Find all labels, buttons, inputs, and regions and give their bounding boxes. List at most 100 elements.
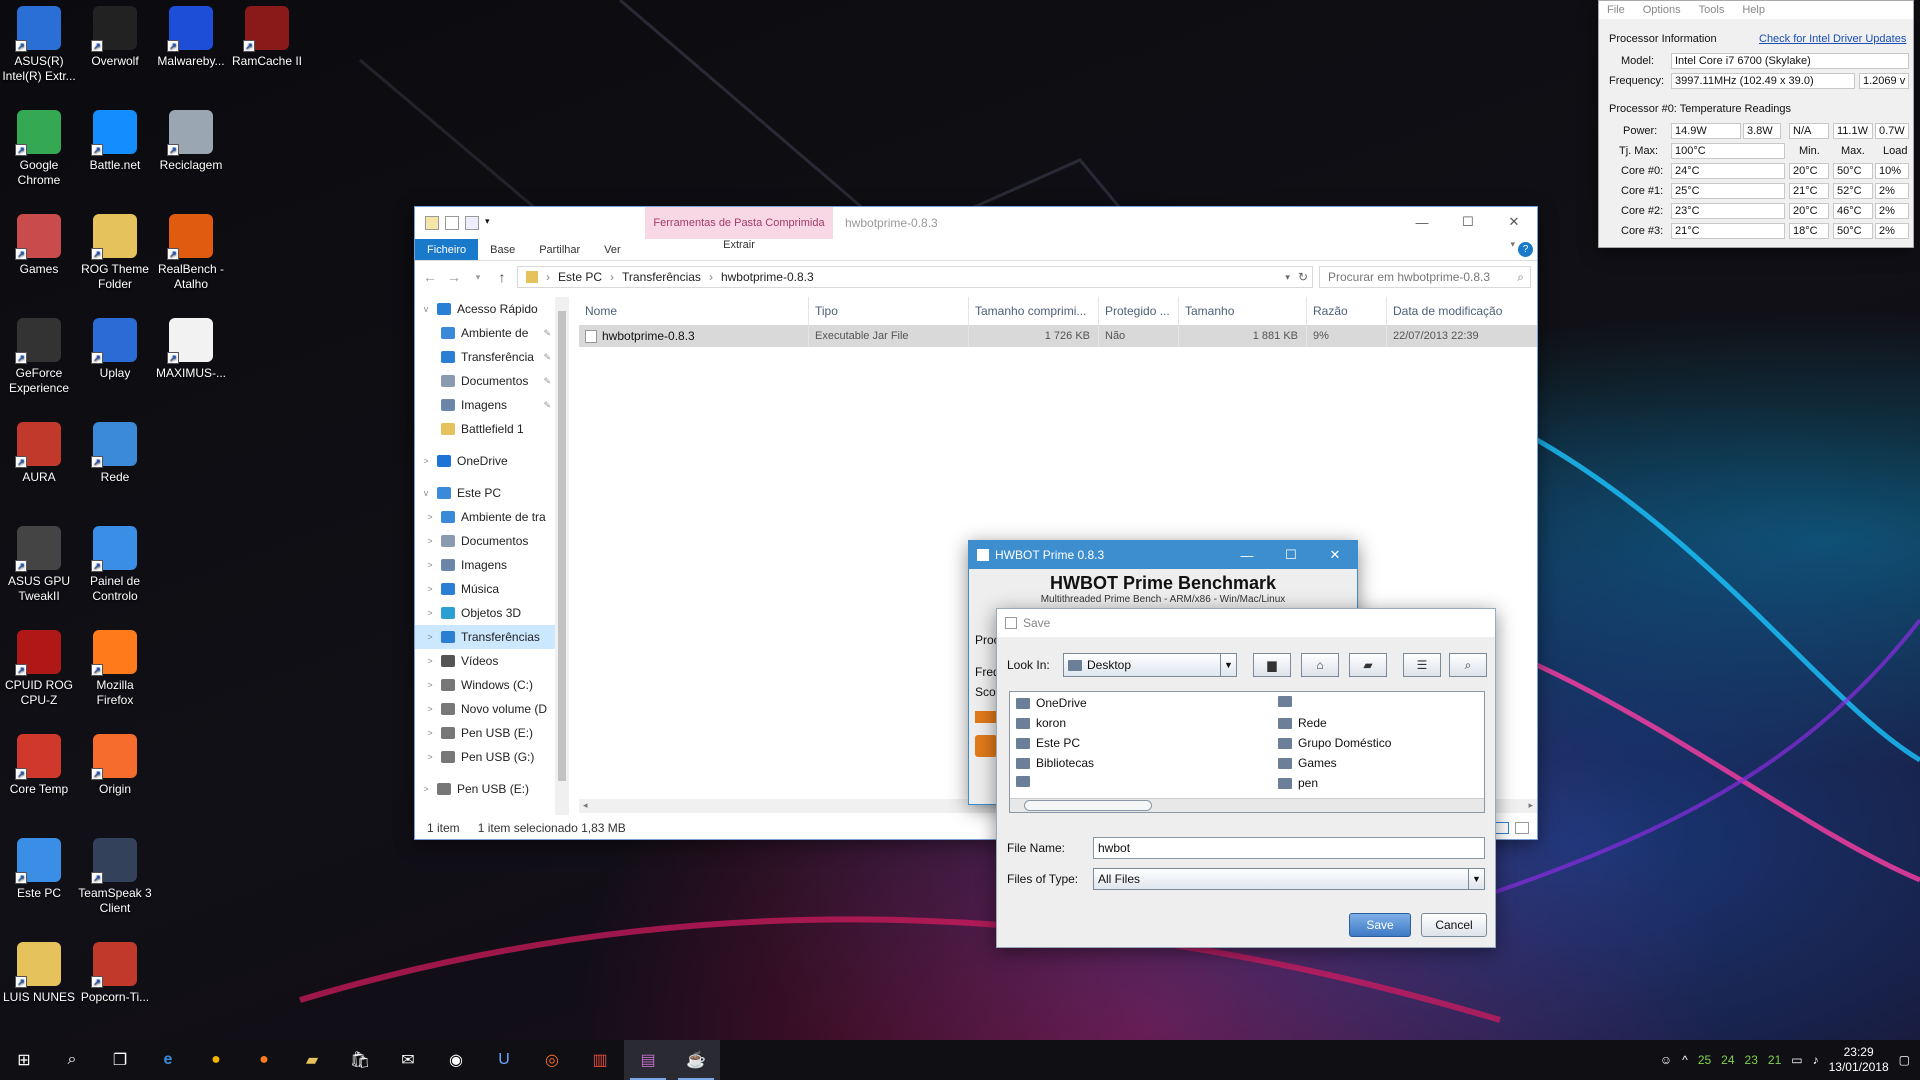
nav-item[interactable]: v Acesso Rápido bbox=[415, 297, 555, 321]
cancel-button[interactable]: Cancel bbox=[1421, 913, 1487, 937]
taskbar-file-explorer[interactable]: ▰ bbox=[288, 1040, 336, 1080]
desktop-icon-malwarebytes[interactable]: ↗ Malwareby... bbox=[152, 6, 230, 69]
forward-arrow-icon[interactable]: → bbox=[445, 269, 463, 285]
desktop-icon-gpu-tweak[interactable]: ↗ ASUS GPU TweakII bbox=[0, 526, 78, 604]
taskbar-firefox[interactable]: ● bbox=[240, 1040, 288, 1080]
folder-list-item[interactable]: Games bbox=[1278, 756, 1337, 770]
menu-help[interactable]: Help bbox=[1742, 4, 1765, 16]
taskbar-winrar[interactable]: ▤ bbox=[624, 1040, 672, 1080]
expand-chevron-icon[interactable]: > bbox=[423, 608, 437, 618]
desktop-icon-ramcache[interactable]: ↗ RamCache II bbox=[228, 6, 306, 69]
expand-chevron-icon[interactable]: > bbox=[423, 752, 437, 762]
folder-list-item[interactable]: Bibliotecas bbox=[1016, 756, 1094, 770]
expand-chevron-icon[interactable]: > bbox=[419, 784, 433, 794]
expand-chevron-icon[interactable]: > bbox=[423, 584, 437, 594]
taskbar-origin[interactable]: ◎ bbox=[528, 1040, 576, 1080]
nav-item[interactable]: > Vídeos bbox=[415, 649, 555, 673]
hwbot-maximize-button[interactable]: ☐ bbox=[1269, 541, 1313, 569]
desktop-icon-user-folder[interactable]: ↗ LUIS NUNES bbox=[0, 942, 78, 1005]
explorer-titlebar[interactable]: ▾ Ferramentas de Pasta Comprimida hwbotp… bbox=[415, 207, 1537, 239]
tab-ver[interactable]: Ver bbox=[592, 239, 633, 260]
column-nome[interactable]: Nome bbox=[579, 297, 809, 325]
hwbot-close-button[interactable]: ✕ bbox=[1313, 541, 1357, 569]
nav-item[interactable]: > Objetos 3D bbox=[415, 601, 555, 625]
desktop-icon-popcorn[interactable]: ↗ Popcorn-Ti... bbox=[76, 942, 154, 1005]
desktop-icon-document[interactable]: ↗ MAXIMUS-... bbox=[152, 318, 230, 381]
task-view-button[interactable]: ❐ bbox=[96, 1040, 144, 1080]
breadcrumb-hwbotprime[interactable]: hwbotprime-0.8.3 bbox=[721, 270, 814, 284]
desktop-icon-chrome[interactable]: ↗ Google Chrome bbox=[0, 110, 78, 188]
file-chooser-list[interactable]: OneDrive koron Este PC Bibliotecas Rede Grupo… bbox=[1009, 691, 1485, 813]
minimize-button[interactable]: — bbox=[1399, 207, 1445, 237]
folder-list-item[interactable]: pen bbox=[1278, 776, 1318, 790]
search-button[interactable]: ⌕ bbox=[48, 1040, 96, 1080]
file-list-scrollbar[interactable] bbox=[1010, 798, 1484, 812]
scroll-left-icon[interactable]: ◂ bbox=[583, 800, 588, 811]
expand-chevron-icon[interactable]: > bbox=[423, 512, 437, 522]
navigation-scrollbar[interactable] bbox=[555, 297, 569, 815]
folder-list-item[interactable]: Este PC bbox=[1016, 736, 1080, 750]
nav-item[interactable]: > Imagens bbox=[415, 553, 555, 577]
help-icon[interactable]: ? bbox=[1518, 242, 1533, 257]
expand-chevron-icon[interactable]: > bbox=[423, 536, 437, 546]
breadcrumb-transferencias[interactable]: Transferências bbox=[622, 270, 701, 284]
folder-small-icon[interactable] bbox=[425, 216, 439, 230]
address-dropdown-icon[interactable]: ▾ bbox=[1285, 272, 1290, 283]
column-tamanho[interactable]: Tamanho bbox=[1179, 297, 1307, 325]
file-name-input[interactable]: hwbot bbox=[1093, 837, 1485, 859]
desktop-icon-teamspeak[interactable]: ↗ TeamSpeak 3 Client bbox=[76, 838, 154, 916]
nav-item[interactable]: > Documentos bbox=[415, 529, 555, 553]
desktop-icon-geforce[interactable]: ↗ GeForce Experience bbox=[0, 318, 78, 396]
home-button[interactable]: ⌂ bbox=[1301, 653, 1339, 677]
search-input[interactable]: Procurar em hwbotprime-0.8.3 ⌕ bbox=[1319, 266, 1531, 288]
new-folder-button[interactable]: ▰ bbox=[1349, 653, 1387, 677]
taskbar-java[interactable]: ☕ bbox=[672, 1040, 720, 1080]
tray-temp-1[interactable]: 24 bbox=[1721, 1053, 1734, 1067]
maximize-button[interactable]: ☐ bbox=[1445, 207, 1491, 237]
desktop-icon-recycle-bin[interactable]: ↗ Reciclagem bbox=[152, 110, 230, 173]
nav-item[interactable]: > Novo volume (D bbox=[415, 697, 555, 721]
nav-item[interactable]: > Música bbox=[415, 577, 555, 601]
nav-item[interactable]: Imagens ✎ bbox=[415, 393, 555, 417]
save-dialog[interactable]: Save Look In: Desktop ▼ ▆ ⌂ ▰ ☰ ⌕ OneDri… bbox=[996, 608, 1496, 948]
people-icon[interactable]: ☺ bbox=[1660, 1053, 1672, 1067]
new-folder-icon[interactable] bbox=[465, 216, 479, 230]
taskbar-mail[interactable]: ✉ bbox=[384, 1040, 432, 1080]
save-dialog-titlebar[interactable]: Save bbox=[997, 609, 1495, 637]
taskbar-steam[interactable]: ◉ bbox=[432, 1040, 480, 1080]
nav-item[interactable]: v Este PC bbox=[415, 481, 555, 505]
expand-chevron-icon[interactable]: > bbox=[423, 704, 437, 714]
taskbar-store[interactable]: 🛍 bbox=[336, 1040, 384, 1080]
start-button[interactable]: ⊞ bbox=[0, 1040, 48, 1080]
folder-list-item[interactable]: Grupo Doméstico bbox=[1278, 736, 1391, 750]
properties-icon[interactable] bbox=[445, 216, 459, 230]
scrollbar-thumb[interactable] bbox=[558, 311, 566, 781]
desktop-icon-coretemp[interactable]: ↗ Core Temp bbox=[0, 734, 78, 797]
desktop-icon-asus-intel[interactable]: ↗ ASUS(R) Intel(R) Extr... bbox=[0, 6, 78, 84]
up-one-level-button[interactable]: ▆ bbox=[1253, 653, 1291, 677]
volume-icon[interactable]: ♪ bbox=[1813, 1053, 1819, 1067]
hwbot-minimize-button[interactable]: — bbox=[1225, 541, 1269, 569]
address-bar[interactable]: › Este PC › Transferências › hwbotprime-… bbox=[517, 266, 1313, 288]
nav-item[interactable]: Transferência ✎ bbox=[415, 345, 555, 369]
taskbar-edge[interactable]: e bbox=[144, 1040, 192, 1080]
network-icon[interactable]: ▭ bbox=[1791, 1053, 1802, 1067]
breadcrumb-este-pc[interactable]: Este PC bbox=[558, 270, 602, 284]
nav-item[interactable]: > Pen USB (G:) bbox=[415, 745, 555, 769]
menu-file[interactable]: File bbox=[1607, 4, 1625, 16]
tab-partilhar[interactable]: Partilhar bbox=[527, 239, 592, 260]
nav-item[interactable]: Battlefield 1 bbox=[415, 417, 555, 441]
taskbar-uplay[interactable]: U bbox=[480, 1040, 528, 1080]
close-button[interactable]: ✕ bbox=[1491, 207, 1537, 237]
nav-item[interactable]: > Ambiente de tra bbox=[415, 505, 555, 529]
core-temp-window[interactable]: File Options Tools Help Processor Inform… bbox=[1598, 0, 1914, 248]
nav-item[interactable]: Ambiente de ✎ bbox=[415, 321, 555, 345]
ribbon-expand-icon[interactable]: ▾ bbox=[1510, 239, 1515, 250]
tab-ficheiro[interactable]: Ficheiro bbox=[415, 239, 479, 260]
tab-base[interactable]: Base bbox=[478, 239, 527, 260]
refresh-icon[interactable]: ↻ bbox=[1298, 270, 1312, 284]
nav-item[interactable]: > Windows (C:) bbox=[415, 673, 555, 697]
column-razao[interactable]: Razão bbox=[1307, 297, 1387, 325]
expand-chevron-icon[interactable]: > bbox=[423, 632, 437, 642]
tab-extrair[interactable]: Extrair bbox=[645, 239, 833, 251]
